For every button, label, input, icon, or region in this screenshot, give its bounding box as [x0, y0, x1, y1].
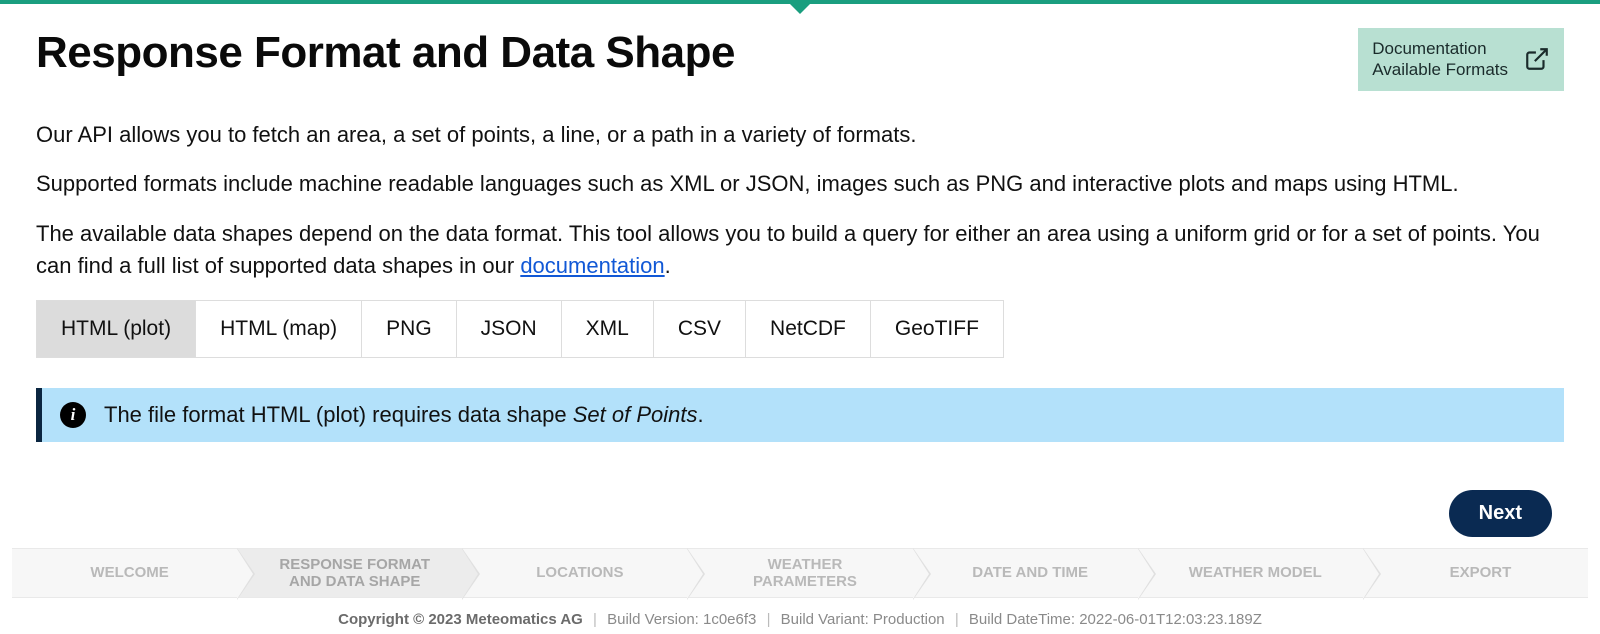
format-tab-xml[interactable]: XML: [562, 301, 654, 357]
next-button[interactable]: Next: [1449, 490, 1552, 537]
page-title: Response Format and Data Shape: [36, 28, 735, 78]
info-text: The file format HTML (plot) requires dat…: [104, 402, 704, 428]
docbox-line1: Documentation: [1372, 38, 1508, 59]
docbox-line2: Available Formats: [1372, 59, 1508, 80]
intro-text: Our API allows you to fetch an area, a s…: [36, 119, 1564, 283]
external-link-icon: [1524, 46, 1550, 72]
intro-p3: The available data shapes depend on the …: [36, 218, 1564, 282]
wizard-stepper: WELCOMERESPONSE FORMAT AND DATA SHAPELOC…: [12, 548, 1588, 598]
step-weather-parameters[interactable]: WEATHER PARAMETERS: [687, 548, 912, 598]
step-welcome[interactable]: WELCOME: [12, 548, 237, 598]
format-tab-html-plot[interactable]: HTML (plot): [37, 301, 196, 357]
format-tab-html-map[interactable]: HTML (map): [196, 301, 362, 357]
intro-p1: Our API allows you to fetch an area, a s…: [36, 119, 1564, 151]
step-date-and-time[interactable]: DATE AND TIME: [913, 548, 1138, 598]
step-export[interactable]: EXPORT: [1363, 548, 1588, 598]
info-banner: i The file format HTML (plot) requires d…: [36, 388, 1564, 442]
format-tab-csv[interactable]: CSV: [654, 301, 746, 357]
info-icon: i: [60, 402, 86, 428]
format-tab-geotiff[interactable]: GeoTIFF: [871, 301, 1003, 357]
format-tab-netcdf[interactable]: NetCDF: [746, 301, 871, 357]
intro-p2: Supported formats include machine readab…: [36, 168, 1564, 200]
top-accent-border: [0, 0, 1600, 4]
step-weather-model[interactable]: WEATHER MODEL: [1138, 548, 1363, 598]
documentation-link[interactable]: documentation: [520, 253, 664, 278]
footer: Copyright © 2023 Meteomatics AG | Build …: [0, 611, 1600, 628]
documentation-formats-link[interactable]: Documentation Available Formats: [1358, 28, 1564, 91]
format-tab-png[interactable]: PNG: [362, 301, 457, 357]
footer-copyright: Copyright © 2023 Meteomatics AG: [338, 611, 583, 628]
format-tabs: HTML (plot)HTML (map)PNGJSONXMLCSVNetCDF…: [36, 300, 1004, 358]
step-response-format-and-data-shape[interactable]: RESPONSE FORMAT AND DATA SHAPE: [237, 548, 462, 598]
step-locations[interactable]: LOCATIONS: [462, 548, 687, 598]
format-tab-json[interactable]: JSON: [457, 301, 562, 357]
